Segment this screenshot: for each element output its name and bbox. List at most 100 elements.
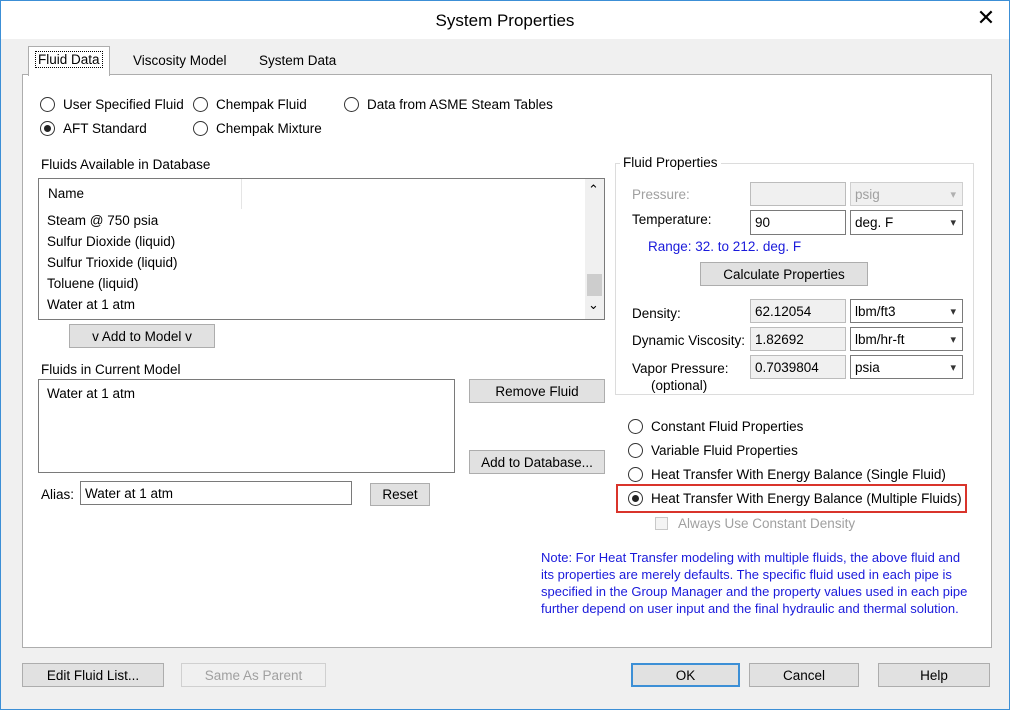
tab-fluid-data[interactable]: Fluid Data [28,46,110,76]
radio-label: Chempak Fluid [216,97,307,112]
radio-icon [193,97,208,112]
column-header-name[interactable]: Name [39,179,242,209]
radio-heat-transfer-single[interactable]: Heat Transfer With Energy Balance (Singl… [628,467,946,482]
chevron-down-icon: ▾ [950,188,956,201]
tab-label: System Data [259,53,337,68]
cancel-button[interactable]: Cancel [749,663,859,687]
list-item[interactable]: Sulfur Dioxide (liquid) [47,234,175,249]
list-item[interactable]: Water at 1 atm [47,386,135,401]
tab-label: Viscosity Model [133,53,227,68]
radio-label: Constant Fluid Properties [651,419,804,434]
select-value: psig [855,186,880,202]
column-header-label: Name [48,186,85,201]
fluid-data-panel: User Specified Fluid AFT Standard Chempa… [22,74,992,648]
radio-icon [193,121,208,136]
fluid-properties-title: Fluid Properties [620,155,721,170]
list-item[interactable]: Sulfur Trioxide (liquid) [47,255,178,270]
scrollbar-thumb[interactable] [587,274,602,296]
radio-user-specified-fluid[interactable]: User Specified Fluid [40,97,184,112]
calculate-properties-button[interactable]: Calculate Properties [700,262,868,286]
remove-fluid-button[interactable]: Remove Fluid [469,379,605,403]
radio-icon [628,467,643,482]
radio-variable-fluid-properties[interactable]: Variable Fluid Properties [628,443,798,458]
radio-label: Heat Transfer With Energy Balance (Singl… [651,467,946,482]
viscosity-unit-select[interactable]: lbm/hr-ft ▾ [850,327,963,351]
density-unit-select[interactable]: lbm/ft3 ▾ [850,299,963,323]
edit-fluid-list-button[interactable]: Edit Fluid List... [22,663,164,687]
chevron-down-icon: ▾ [950,217,956,229]
add-to-database-button[interactable]: Add to Database... [469,450,605,474]
temperature-input[interactable]: 90 [750,210,846,235]
current-model-list[interactable]: Water at 1 atm [38,379,455,473]
add-to-model-button[interactable]: v Add to Model v [69,324,215,348]
tab-system-data[interactable]: System Data [253,48,342,74]
radio-constant-fluid-properties[interactable]: Constant Fluid Properties [628,419,803,434]
list-item[interactable]: Steam @ 750 psia [47,213,158,228]
density-label: Density: [632,306,681,321]
temperature-unit-select[interactable]: deg. F ▾ [850,210,963,235]
pressure-label: Pressure: [632,187,690,202]
radio-label: User Specified Fluid [63,97,184,112]
multiple-fluids-note: Note: For Heat Transfer modeling with mu… [541,549,981,617]
select-value: deg. F [855,215,894,230]
radio-icon [344,97,359,112]
radio-chempak-mixture[interactable]: Chempak Mixture [193,121,322,136]
checkbox-label: Always Use Constant Density [678,516,856,531]
radio-heat-transfer-multiple[interactable]: Heat Transfer With Energy Balance (Multi… [628,491,962,506]
note-line: its properties are merely defaults. The … [541,567,952,582]
list-item[interactable]: Toluene (liquid) [47,276,139,291]
window-title: System Properties [435,11,575,30]
checkbox-icon [655,517,668,530]
radio-label: Chempak Mixture [216,121,322,136]
radio-chempak-fluid[interactable]: Chempak Fluid [193,97,307,112]
note-line: further depend on user input and the fin… [541,601,959,616]
vapor-pressure-value: 0.7039804 [750,355,846,379]
radio-icon [628,419,643,434]
vapor-pressure-label: Vapor Pressure: [632,361,729,376]
pressure-unit-select[interactable]: psig ▾ [850,182,963,206]
database-list[interactable]: Name Steam @ 750 psia Sulfur Dioxide (li… [38,178,605,320]
chevron-down-icon: ▾ [950,333,956,346]
radio-aft-standard[interactable]: AFT Standard [40,121,147,136]
database-label: Fluids Available in Database [41,157,211,172]
chevron-down-icon: ▾ [950,361,956,374]
tab-label: Fluid Data [35,51,103,68]
tab-viscosity-model[interactable]: Viscosity Model [127,48,233,74]
temperature-range-text: Range: 32. to 212. deg. F [648,239,802,254]
system-properties-dialog: System Properties ✕ Fluid Data Viscosity… [0,0,1010,710]
scrollbar[interactable]: ⌃ ⌄ [585,179,604,319]
scroll-down-icon[interactable]: ⌄ [588,297,599,313]
checkbox-always-constant-density[interactable]: Always Use Constant Density [655,516,855,531]
alias-label: Alias: [41,487,75,502]
viscosity-label: Dynamic Viscosity: [632,333,746,348]
radio-asme-steam-tables[interactable]: Data from ASME Steam Tables [344,97,553,112]
chevron-down-icon: ▾ [950,305,956,318]
pressure-input[interactable] [750,182,846,206]
select-value: psia [855,359,880,375]
help-button[interactable]: Help [878,663,990,687]
reset-button[interactable]: Reset [370,483,430,506]
density-value: 62.12054 [750,299,846,323]
radio-icon [628,443,643,458]
radio-selected-icon [40,121,55,136]
close-icon[interactable]: ✕ [971,5,1001,33]
note-line: specified in the Group Manager and the p… [541,584,968,599]
select-value: lbm/ft3 [855,303,896,319]
viscosity-value: 1.82692 [750,327,846,351]
current-model-label: Fluids in Current Model [41,362,181,377]
title-bar: System Properties ✕ [1,1,1009,39]
radio-selected-icon [628,491,643,506]
alias-input[interactable]: Water at 1 atm [80,481,352,505]
list-item[interactable]: Water at 1 atm [47,297,135,312]
vapor-pressure-optional: (optional) [651,378,708,393]
note-line: Note: For Heat Transfer modeling with mu… [541,550,961,565]
same-as-parent-button[interactable]: Same As Parent [181,663,326,687]
radio-label: Variable Fluid Properties [651,443,798,458]
radio-label: Heat Transfer With Energy Balance (Multi… [651,491,962,506]
select-value: lbm/hr-ft [855,331,905,347]
radio-label: Data from ASME Steam Tables [367,97,553,112]
scroll-up-icon[interactable]: ⌃ [588,182,599,198]
ok-button[interactable]: OK [631,663,740,687]
vapor-pressure-unit-select[interactable]: psia ▾ [850,355,963,379]
radio-icon [40,97,55,112]
